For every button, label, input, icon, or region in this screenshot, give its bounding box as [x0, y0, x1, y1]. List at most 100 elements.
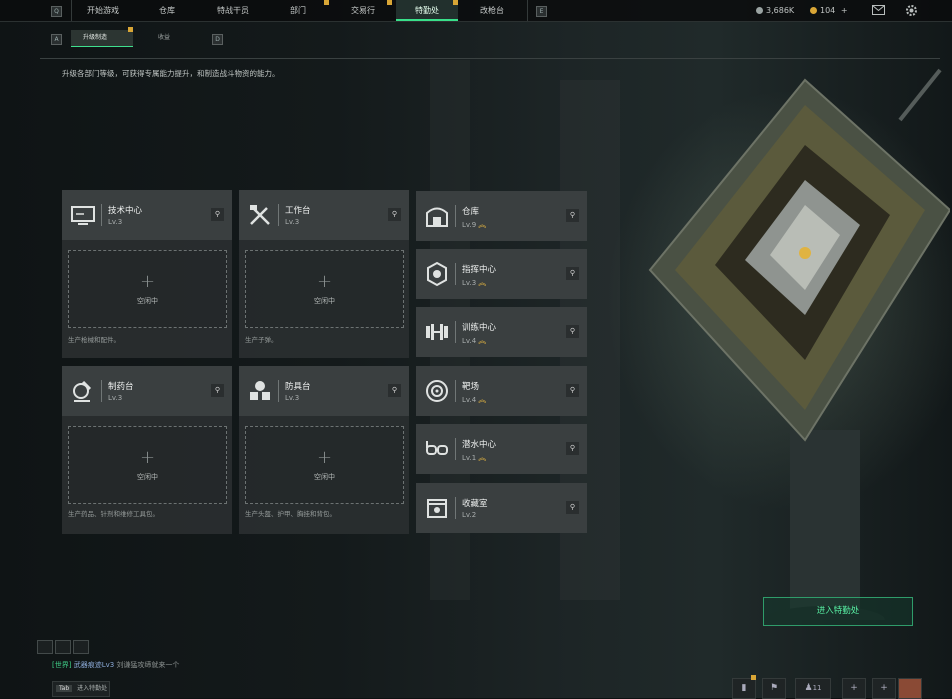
- plus-icon: +: [316, 271, 333, 292]
- station-produce-text: 生产头盔、护甲、胸挂和背包。: [245, 510, 336, 518]
- tab-key: Tab: [56, 685, 73, 692]
- magnify-icon[interactable]: ⚲: [211, 208, 224, 221]
- idle-label: 空闲中: [314, 297, 335, 305]
- facility-name: 潜水中心: [462, 440, 497, 450]
- magnify-icon[interactable]: ⚲: [388, 208, 401, 221]
- next-tab-key[interactable]: E: [536, 6, 547, 17]
- station-level: Lv.3: [108, 394, 123, 402]
- next-subtab-key[interactable]: D: [212, 34, 223, 45]
- facility-level-row: Lv.3 ︽: [462, 277, 486, 288]
- plus-icon: +: [139, 271, 156, 292]
- magnify-icon[interactable]: ⚲: [566, 501, 579, 514]
- friends-button[interactable]: ♟11: [795, 678, 831, 699]
- station-header[interactable]: 防具台 Lv.3 ⚲: [239, 366, 409, 416]
- facility-diving-center[interactable]: 潜水中心 Lv.1 ︽ ⚲: [416, 424, 587, 474]
- tab-start-game[interactable]: 开始游戏: [75, 0, 131, 21]
- facility-training-center[interactable]: 训练中心 Lv.4 ︽ ⚲: [416, 307, 587, 357]
- facility-level: Lv.9: [462, 221, 477, 229]
- flag-icon[interactable]: ⚑: [762, 678, 786, 699]
- idle-craft-slot[interactable]: + 空闲中: [245, 250, 404, 328]
- idle-label: 空闲中: [137, 473, 158, 481]
- magnify-icon[interactable]: ⚲: [566, 267, 579, 280]
- magnify-icon[interactable]: ⚲: [566, 384, 579, 397]
- add-button[interactable]: +: [842, 678, 866, 699]
- facility-level-row: Lv.4 ︽: [462, 335, 486, 346]
- idle-craft-slot[interactable]: + 空闲中: [68, 426, 227, 504]
- coin-icon: [756, 7, 763, 14]
- header-divider-line: [278, 204, 279, 226]
- craft-station-armor[interactable]: 防具台 Lv.3 ⚲ + 空闲中 生产头盔、护甲、胸挂和背包。: [239, 366, 409, 534]
- station-header[interactable]: 制药台 Lv.3 ⚲: [62, 366, 232, 416]
- craft-station-workbench[interactable]: 工作台 Lv.3 ⚲ + 空闲中 生产子弹。: [239, 190, 409, 358]
- tab-gunsmith[interactable]: 改枪台: [464, 0, 520, 21]
- enter-special-ops-button[interactable]: 进入特勤处: [763, 597, 913, 626]
- currency-coins[interactable]: 3,686K: [756, 0, 794, 21]
- player-avatar[interactable]: [898, 678, 922, 699]
- facility-collection-room[interactable]: 收藏室 Lv.2 ⚲: [416, 483, 587, 533]
- gold-value: 104: [820, 6, 836, 15]
- tools-icon: [250, 205, 270, 225]
- mail-icon[interactable]: [872, 5, 885, 15]
- tab-operators[interactable]: 特战干员: [203, 0, 263, 21]
- add-button[interactable]: +: [872, 678, 896, 699]
- add-gold-button[interactable]: +: [841, 6, 848, 15]
- magnify-icon[interactable]: ⚲: [566, 209, 579, 222]
- station-name: 防具台: [285, 382, 311, 392]
- chat-sender: 武器痕迹Lv3: [73, 661, 115, 669]
- tab-department[interactable]: 部门: [270, 0, 326, 21]
- idle-craft-slot[interactable]: + 空闲中: [245, 426, 404, 504]
- settings-gear-icon[interactable]: [905, 4, 918, 17]
- chat-message[interactable]: [世界] 武器痕迹Lv3 刘谦猛攻缔就来一个: [52, 660, 179, 670]
- craft-station-tech-center[interactable]: 技术中心 Lv.3 ⚲ + 空闲中 生产枪械和配件。: [62, 190, 232, 358]
- header-divider-line: [455, 205, 456, 227]
- craft-station-pharmacy[interactable]: 制药台 Lv.3 ⚲ + 空闲中 生产药品、针剂和维修工具包。: [62, 366, 232, 534]
- station-header[interactable]: 技术中心 Lv.3 ⚲: [62, 190, 232, 240]
- facility-name: 收藏室: [462, 499, 488, 509]
- facility-name: 仓库: [462, 207, 480, 217]
- header-divider-line: [101, 204, 102, 226]
- subtab-upgrade-craft[interactable]: 升级制造: [71, 30, 133, 47]
- magnify-icon[interactable]: ⚲: [566, 325, 579, 338]
- facility-level: Lv.4: [462, 396, 477, 404]
- chat-mini-button[interactable]: [55, 640, 71, 654]
- magnify-icon[interactable]: ⚲: [211, 384, 224, 397]
- collection-icon: [427, 499, 447, 518]
- chat-mini-button[interactable]: [37, 640, 53, 654]
- facility-name: 训练中心: [462, 323, 497, 333]
- tab-warehouse[interactable]: 仓库: [139, 0, 195, 21]
- trading-badge: [387, 0, 392, 5]
- department-badge: [324, 0, 329, 5]
- stats-badge: [751, 675, 756, 680]
- header-divider-line: [101, 380, 102, 402]
- coins-value: 3,686K: [766, 6, 795, 15]
- subtab-income[interactable]: 收益: [140, 30, 198, 46]
- prev-tab-key[interactable]: Q: [51, 6, 62, 17]
- header-divider-line: [455, 497, 456, 519]
- facility-level-row: Lv.9 ︽: [462, 219, 486, 230]
- facility-level: Lv.1: [462, 454, 477, 462]
- facility-warehouse[interactable]: 仓库 Lv.9 ︽ ⚲: [416, 191, 587, 241]
- facility-shooting-range[interactable]: 靶场 Lv.4 ︽ ⚲: [416, 366, 587, 416]
- prev-subtab-key[interactable]: A: [51, 34, 62, 45]
- subtab-upgrade-label: 升级制造: [83, 34, 108, 41]
- stats-chart-icon[interactable]: ▮: [732, 678, 756, 699]
- magnify-icon[interactable]: ⚲: [388, 384, 401, 397]
- facility-level-row: Lv.4 ︽: [462, 394, 486, 405]
- tab-special-ops[interactable]: 特勤处: [396, 0, 458, 21]
- gold-coin-icon: [810, 7, 817, 14]
- top-navigation-bar: Q 开始游戏 仓库 特战干员 部门 交易行 特勤处 改枪台 E 3,686K 1…: [0, 0, 952, 22]
- facility-command-center[interactable]: 指挥中心 Lv.3 ︽ ⚲: [416, 249, 587, 299]
- header-divider-line: [278, 380, 279, 402]
- magnify-icon[interactable]: ⚲: [566, 442, 579, 455]
- special-ops-badge: [453, 0, 458, 5]
- tab-trading[interactable]: 交易行: [334, 0, 392, 21]
- tab-hint-label: 进入特勤处: [77, 685, 108, 692]
- currency-gold[interactable]: 104 +: [810, 0, 848, 21]
- idle-craft-slot[interactable]: + 空闲中: [68, 250, 227, 328]
- page-description: 升级各部门等级，可获得专属能力提升，和制造战斗物资的能力。: [62, 69, 280, 78]
- chat-mini-button[interactable]: [73, 640, 89, 654]
- station-header[interactable]: 工作台 Lv.3 ⚲: [239, 190, 409, 240]
- tab-enter-hint[interactable]: Tab 进入特勤处: [52, 681, 110, 697]
- header-divider-line: [455, 263, 456, 285]
- station-name: 制药台: [108, 382, 134, 392]
